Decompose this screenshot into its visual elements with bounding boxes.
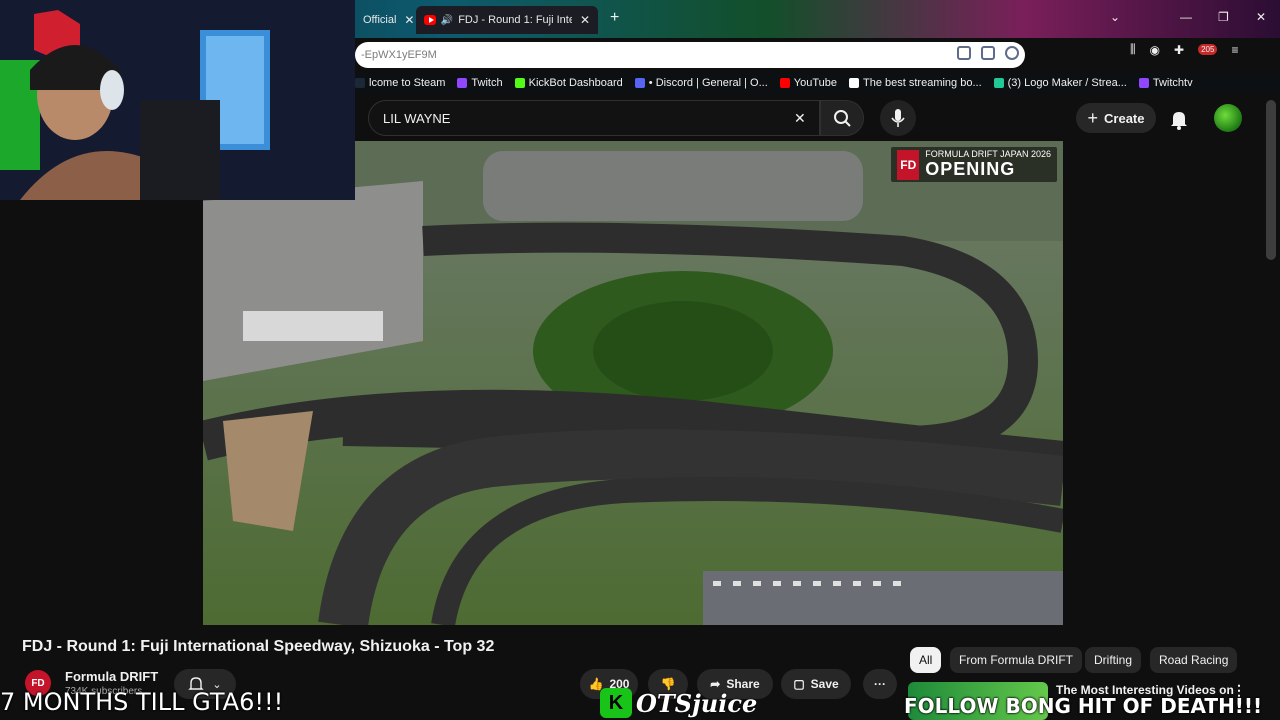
close-tab-icon[interactable]: ✕: [580, 13, 590, 27]
address-bar[interactable]: -EpWX1yEF9M: [355, 42, 1025, 68]
close-tab-icon[interactable]: ✕: [404, 13, 414, 27]
extension-badge[interactable]: 205: [1198, 44, 1218, 55]
notifications-button[interactable]: [1168, 108, 1190, 130]
channel-name[interactable]: Formula DRIFT: [65, 669, 158, 684]
streaming-icon: [849, 78, 860, 88]
create-label: Create: [1104, 110, 1145, 126]
bookmark-item[interactable]: The best streaming bo...: [849, 77, 982, 89]
countdown-overlay-text: 7 MONTHS TILL GTA6!!!: [0, 688, 284, 716]
video-title: FDJ - Round 1: Fuji International Speedw…: [22, 638, 495, 655]
microphone-icon: [891, 109, 905, 127]
webcam-overlay: [0, 0, 355, 200]
youtube-favicon-icon: [424, 15, 436, 25]
bookmark-label: Twitchtv: [1152, 77, 1193, 89]
search-button[interactable]: [820, 100, 864, 136]
more-icon: ···: [874, 677, 886, 691]
chip-road-racing[interactable]: Road Racing: [1150, 647, 1238, 673]
tab-official[interactable]: Official ✕: [355, 6, 422, 34]
bookmark-label: Twitch: [471, 77, 503, 89]
bell-icon: [1171, 112, 1187, 130]
twitch-icon: [457, 78, 468, 88]
bookmark-item[interactable]: lcome to Steam: [355, 77, 445, 89]
kick-brand-overlay: K OTSjuice: [600, 688, 757, 718]
tab-label: Official: [363, 14, 397, 26]
search-input[interactable]: LIL WAYNE ✕: [368, 100, 820, 136]
bookmark-label: lcome to Steam: [369, 77, 446, 89]
menu-icon[interactable]: ≡: [1231, 43, 1238, 57]
address-bar-url: -EpWX1yEF9M: [361, 49, 437, 61]
bookmark-label: • Discord | General | O...: [648, 77, 768, 89]
more-actions-button[interactable]: ···: [863, 669, 897, 699]
minimize-icon[interactable]: —: [1180, 10, 1192, 24]
install-icon[interactable]: [981, 46, 995, 60]
bookmarks-bar: lcome to Steam Twitch KickBot Dashboard • D…: [355, 72, 1280, 94]
speaker-icon: 🔊: [440, 14, 454, 26]
steam-icon: [355, 78, 365, 88]
event-overlay-badge: FD FORMULA DRIFT JAPAN 2026 OPENING: [891, 147, 1057, 182]
save-playlist-icon: ▢: [793, 677, 805, 691]
account-icon[interactable]: ◉: [1150, 43, 1160, 57]
racetrack-aerial-image: [203, 141, 1063, 625]
youtube-icon: [779, 78, 790, 88]
tab-fdj-round-1[interactable]: 🔊 FDJ - Round 1: Fuji Internat ✕: [416, 6, 598, 34]
video-player[interactable]: FD FORMULA DRIFT JAPAN 2026 OPENING: [203, 141, 1063, 625]
twitchtv-icon: [1138, 78, 1149, 88]
browser-toolbar-right: ⫼ ◉ ✚ 205 ≡: [1130, 42, 1238, 57]
restore-icon[interactable]: ❐: [1218, 10, 1229, 24]
chip-all[interactable]: All: [910, 647, 942, 673]
kickbot-icon: [514, 78, 525, 88]
pip-icon[interactable]: [957, 46, 971, 60]
formula-drift-logo: FD: [897, 149, 920, 180]
badge-line-1: FORMULA DRIFT JAPAN 2026: [925, 149, 1051, 159]
search-query: LIL WAYNE: [383, 110, 451, 126]
bookmark-label: KickBot Dashboard: [528, 77, 623, 89]
close-window-icon[interactable]: ✕: [1256, 10, 1266, 24]
bookmark-item[interactable]: Twitchtv: [1138, 77, 1193, 89]
plus-icon: +: [1087, 107, 1099, 128]
bookmark-item[interactable]: KickBot Dashboard: [514, 77, 623, 89]
scrollbar[interactable]: [1266, 100, 1276, 260]
new-tab-icon[interactable]: +: [610, 9, 619, 27]
voice-search-button[interactable]: [880, 100, 916, 136]
logo-maker-icon: [993, 78, 1004, 88]
follow-overlay-text: FOLLOW BONG HIT OF DEATH!!!: [904, 694, 1263, 718]
tab-list-chevron-icon[interactable]: ⌄: [1110, 10, 1120, 24]
bookmark-star-icon[interactable]: [1005, 46, 1019, 60]
avatar[interactable]: [1214, 104, 1242, 132]
badge-line-2: OPENING: [925, 159, 1016, 179]
save-button[interactable]: ▢ Save: [781, 669, 851, 699]
tab-label: FDJ - Round 1: Fuji Internat: [458, 14, 572, 26]
search-icon: [834, 110, 851, 127]
kick-logo-icon: K: [600, 688, 632, 718]
bookmark-item[interactable]: YouTube: [779, 77, 838, 89]
library-icon[interactable]: ⫼: [1130, 42, 1136, 57]
save-label: Save: [810, 677, 839, 691]
streamer-name: OTSjuice: [636, 688, 758, 718]
bookmark-item[interactable]: • Discord | General | O...: [634, 77, 768, 89]
bookmark-item[interactable]: (3) Logo Maker / Strea...: [993, 77, 1127, 89]
discord-icon: [634, 78, 645, 88]
create-button[interactable]: + Create: [1076, 103, 1156, 133]
streamer-webcam-image: [0, 0, 355, 200]
bookmark-label: The best streaming bo...: [863, 77, 982, 89]
clear-search-icon[interactable]: ✕: [794, 110, 806, 127]
bookmark-item[interactable]: Twitch: [457, 77, 503, 89]
chip-drifting[interactable]: Drifting: [1085, 647, 1142, 673]
bookmark-label: YouTube: [793, 77, 838, 89]
chip-from-formula-drift[interactable]: From Formula DRIFT: [950, 647, 1082, 673]
bookmark-label: (3) Logo Maker / Strea...: [1007, 77, 1127, 89]
extensions-icon[interactable]: ✚: [1174, 43, 1184, 57]
